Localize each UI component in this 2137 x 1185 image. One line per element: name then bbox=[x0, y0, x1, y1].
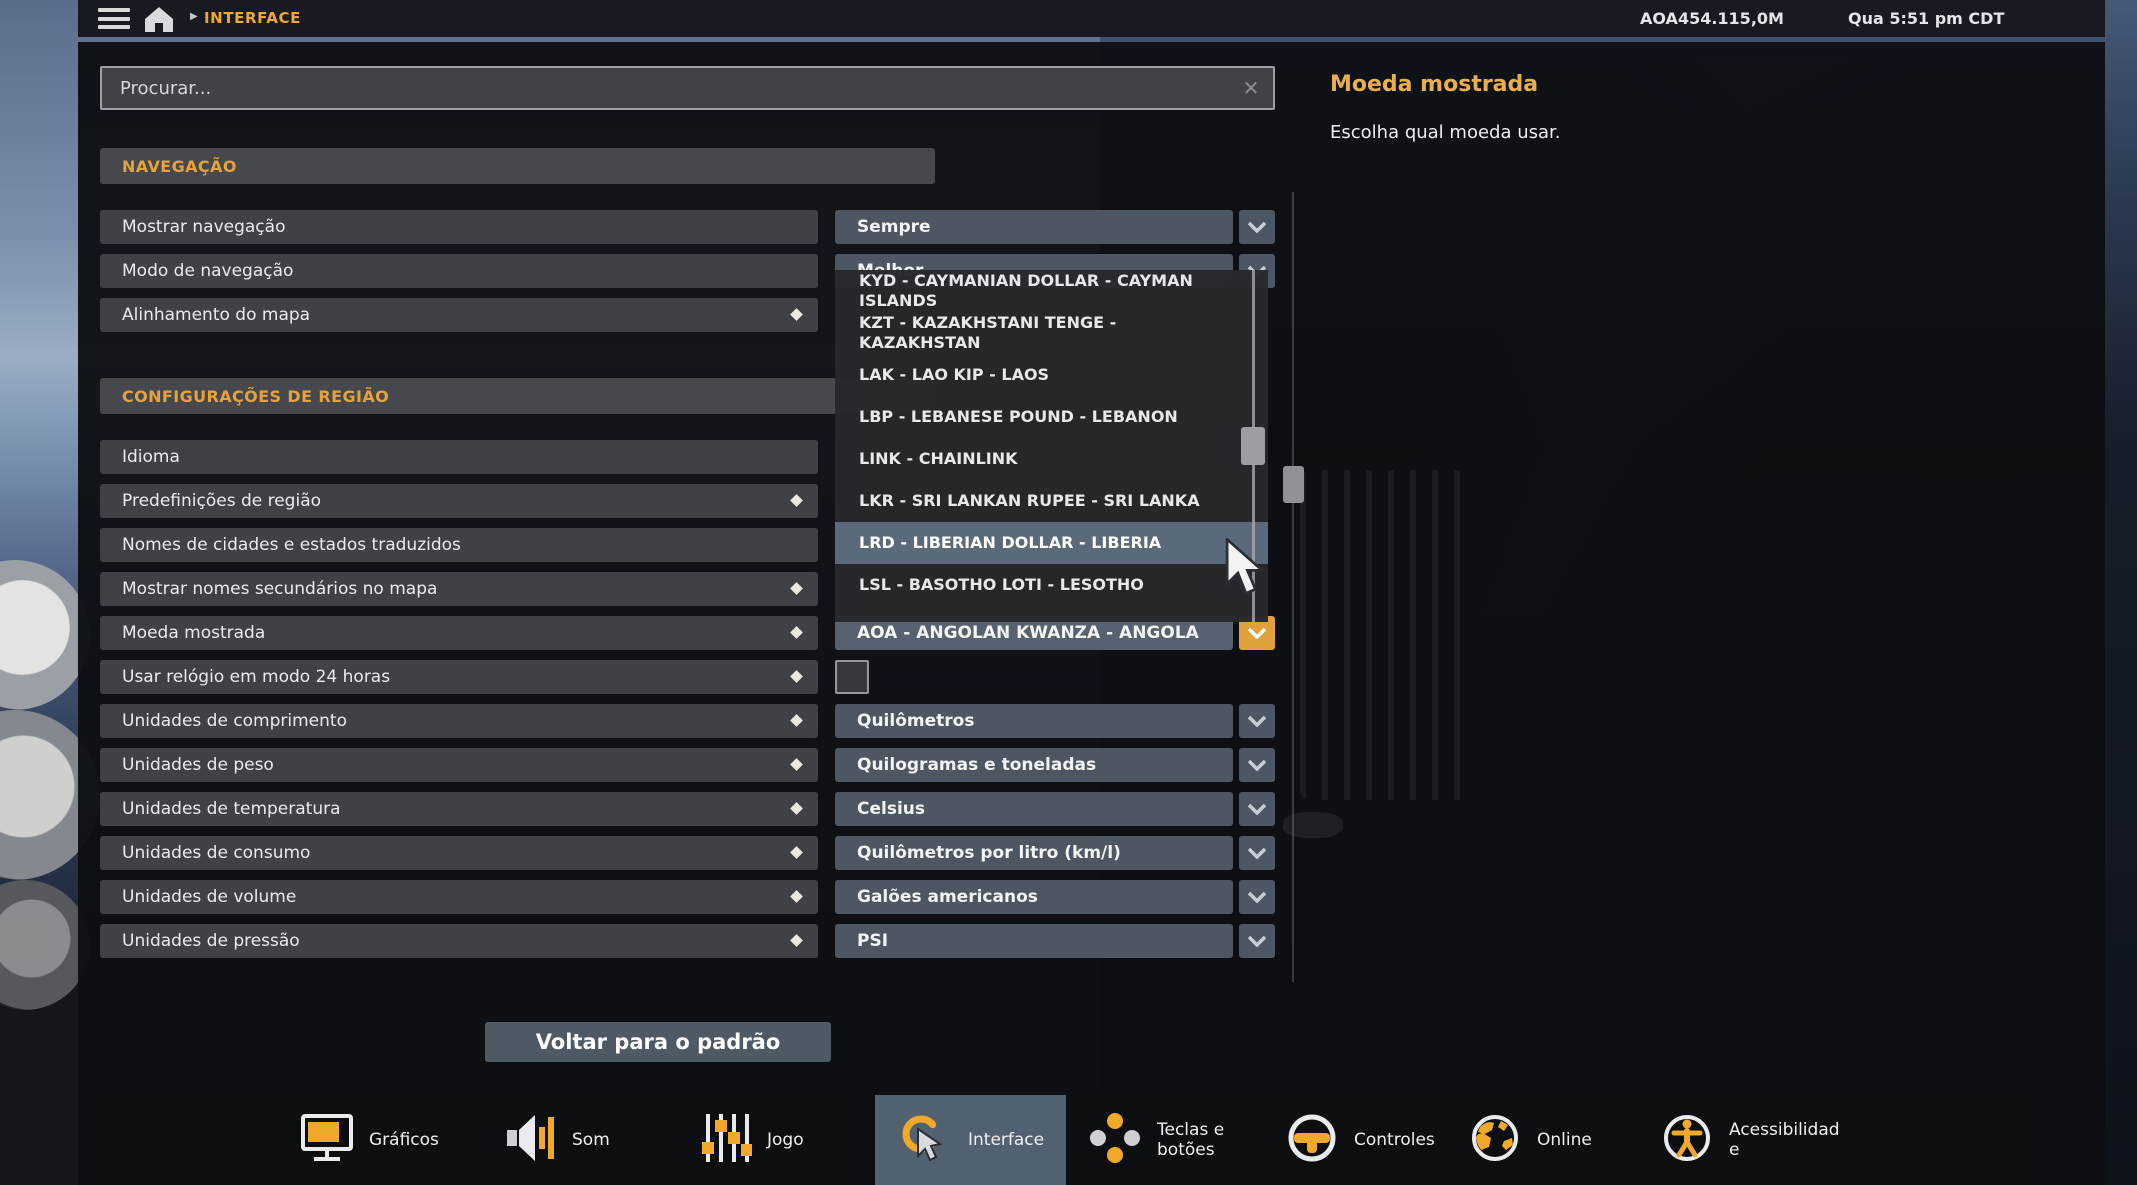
chevron-down-icon[interactable] bbox=[1239, 792, 1275, 826]
setting-label[interactable]: Unidades de pressão bbox=[100, 924, 818, 958]
modified-marker-icon bbox=[790, 494, 803, 507]
tab-controles[interactable]: Controles bbox=[1285, 1095, 1435, 1185]
menu-icon[interactable] bbox=[98, 8, 130, 29]
chevron-down-icon[interactable] bbox=[1239, 924, 1275, 958]
tab-som[interactable]: Som bbox=[505, 1095, 610, 1185]
modified-marker-icon bbox=[790, 714, 803, 727]
modified-marker-icon bbox=[790, 308, 803, 321]
settings-panel: ✕ NAVEGAÇÃO Mostrar navegação Sempre Mod… bbox=[78, 42, 2105, 1185]
dropdown-option[interactable]: LBP - LEBANESE POUND - LEBANON bbox=[835, 396, 1268, 438]
setting-label[interactable]: Mostrar navegação bbox=[100, 210, 818, 244]
dropdown-option[interactable]: LINK - CHAINLINK bbox=[835, 438, 1268, 480]
chevron-down-icon[interactable] bbox=[1239, 836, 1275, 870]
reset-defaults-button[interactable]: Voltar para o padrão bbox=[485, 1022, 831, 1062]
setting-label[interactable]: Usar relógio em modo 24 horas bbox=[100, 660, 818, 694]
setting-label[interactable]: Unidades de volume bbox=[100, 880, 818, 914]
sliders-icon bbox=[700, 1112, 752, 1168]
setting-label-alinhamento[interactable]: Alinhamento do mapa bbox=[100, 298, 818, 332]
accessibility-icon bbox=[1660, 1111, 1714, 1169]
money-display: AOA454.115,0M bbox=[1640, 9, 1784, 28]
search-input[interactable] bbox=[102, 78, 1229, 99]
setting-label[interactable]: Moeda mostrada bbox=[100, 616, 818, 650]
speaker-icon bbox=[505, 1113, 557, 1167]
modified-marker-icon bbox=[790, 934, 803, 947]
cursor-click-icon bbox=[897, 1110, 953, 1170]
dropdown-option[interactable]: LAK - LAO KIP - LAOS bbox=[835, 354, 1268, 396]
tab-teclas-e-botoes[interactable]: Teclas e botões bbox=[1088, 1095, 1252, 1185]
setting-label[interactable]: Unidades de peso bbox=[100, 748, 818, 782]
dropdown-value[interactable]: Galões americanos bbox=[835, 880, 1233, 914]
modified-marker-icon bbox=[790, 758, 803, 771]
dropdown-option[interactable]: LSL - BASOTHO LOTI - LESOTHO bbox=[835, 564, 1268, 606]
chevron-down-icon[interactable] bbox=[1239, 704, 1275, 738]
globe-icon bbox=[1468, 1111, 1522, 1169]
setting-label-nomes-cidades[interactable]: Nomes de cidades e estados traduzidos bbox=[100, 528, 818, 562]
clock-display: Qua 5:51 pm CDT bbox=[1848, 9, 2004, 28]
setting-label[interactable]: Modo de navegação bbox=[100, 254, 818, 288]
steering-wheel-icon bbox=[1285, 1111, 1339, 1169]
side-panel-title: Moeda mostrada bbox=[1330, 72, 1538, 97]
modified-marker-icon bbox=[790, 890, 803, 903]
mouse-cursor bbox=[1222, 538, 1270, 604]
dropdown-scrollbar-thumb[interactable] bbox=[1241, 427, 1265, 465]
monitor-icon bbox=[300, 1114, 354, 1166]
dropdown-option[interactable]: KYD - CAYMANIAN DOLLAR - CAYMAN ISLANDS bbox=[835, 270, 1268, 312]
setting-label[interactable]: Unidades de consumo bbox=[100, 836, 818, 870]
home-icon[interactable] bbox=[142, 4, 176, 34]
side-panel-description: Escolha qual moeda usar. bbox=[1330, 122, 1561, 143]
settings-tab-bar: Gráficos Som bbox=[78, 1095, 2055, 1185]
truck-tire bbox=[0, 560, 90, 710]
tab-acessibilidade[interactable]: Acessibilidade bbox=[1660, 1095, 1844, 1185]
setting-label-nomes-secundarios[interactable]: Mostrar nomes secundários no mapa bbox=[100, 572, 818, 606]
dropdown-value[interactable]: Celsius bbox=[835, 792, 1233, 826]
dropdown-option[interactable]: KZT - KAZAKHSTANI TENGE - KAZAKHSTAN bbox=[835, 312, 1268, 354]
setting-label[interactable]: Unidades de comprimento bbox=[100, 704, 818, 738]
section-header-region: CONFIGURAÇÕES DE REGIÃO bbox=[100, 378, 935, 414]
section-header-navigation: NAVEGAÇÃO bbox=[100, 148, 935, 184]
dropdown-value[interactable]: Quilômetros bbox=[835, 704, 1233, 738]
modified-marker-icon bbox=[790, 582, 803, 595]
section-title: CONFIGURAÇÕES DE REGIÃO bbox=[122, 387, 389, 406]
dropdown-value[interactable]: Quilômetros por litro (km/l) bbox=[835, 836, 1233, 870]
tab-online[interactable]: Online bbox=[1468, 1095, 1592, 1185]
checkbox-24h-clock[interactable] bbox=[835, 660, 869, 694]
buttons-icon bbox=[1088, 1111, 1142, 1169]
panel-scrollbar-thumb[interactable] bbox=[1283, 466, 1304, 503]
setting-label-idioma[interactable]: Idioma bbox=[100, 440, 818, 474]
dropdown-value[interactable]: PSI bbox=[835, 924, 1233, 958]
chevron-down-icon[interactable] bbox=[1239, 210, 1275, 244]
section-title: NAVEGAÇÃO bbox=[122, 157, 237, 176]
tab-jogo[interactable]: Jogo bbox=[700, 1095, 804, 1185]
setting-label-predefinicoes[interactable]: Predefinições de região bbox=[100, 484, 818, 518]
modified-marker-icon bbox=[790, 846, 803, 859]
modified-marker-icon bbox=[790, 626, 803, 639]
panel-scrollbar-track[interactable] bbox=[1292, 192, 1294, 982]
dropdown-value[interactable]: Sempre bbox=[835, 210, 1233, 244]
modified-marker-icon bbox=[790, 802, 803, 815]
dropdown-value[interactable]: Quilogramas e toneladas bbox=[835, 748, 1233, 782]
dropdown-option-highlighted[interactable]: LRD - LIBERIAN DOLLAR - LIBERIA bbox=[835, 522, 1268, 564]
search-box: ✕ bbox=[100, 66, 1275, 110]
tab-interface[interactable]: Interface bbox=[875, 1095, 1066, 1185]
top-bar: ▶ INTERFACE AOA454.115,0M Qua 5:51 pm CD… bbox=[78, 0, 2105, 37]
chevron-down-icon[interactable] bbox=[1239, 748, 1275, 782]
breadcrumb: INTERFACE bbox=[204, 9, 301, 27]
tab-graficos[interactable]: Gráficos bbox=[300, 1095, 439, 1185]
chevron-down-icon[interactable] bbox=[1239, 880, 1275, 914]
setting-label[interactable]: Unidades de temperatura bbox=[100, 792, 818, 826]
settings-screen: ▶ INTERFACE AOA454.115,0M Qua 5:51 pm CD… bbox=[0, 0, 2137, 1185]
breadcrumb-arrow-icon: ▶ bbox=[190, 11, 198, 22]
truck-grille-hint bbox=[1300, 470, 1470, 800]
currency-dropdown-list: KYD - CAYMANIAN DOLLAR - CAYMAN ISLANDS … bbox=[835, 270, 1268, 622]
dropdown-option[interactable]: LKR - SRI LANKAN RUPEE - SRI LANKA bbox=[835, 480, 1268, 522]
modified-marker-icon bbox=[790, 670, 803, 683]
clear-search-icon[interactable]: ✕ bbox=[1229, 76, 1273, 100]
